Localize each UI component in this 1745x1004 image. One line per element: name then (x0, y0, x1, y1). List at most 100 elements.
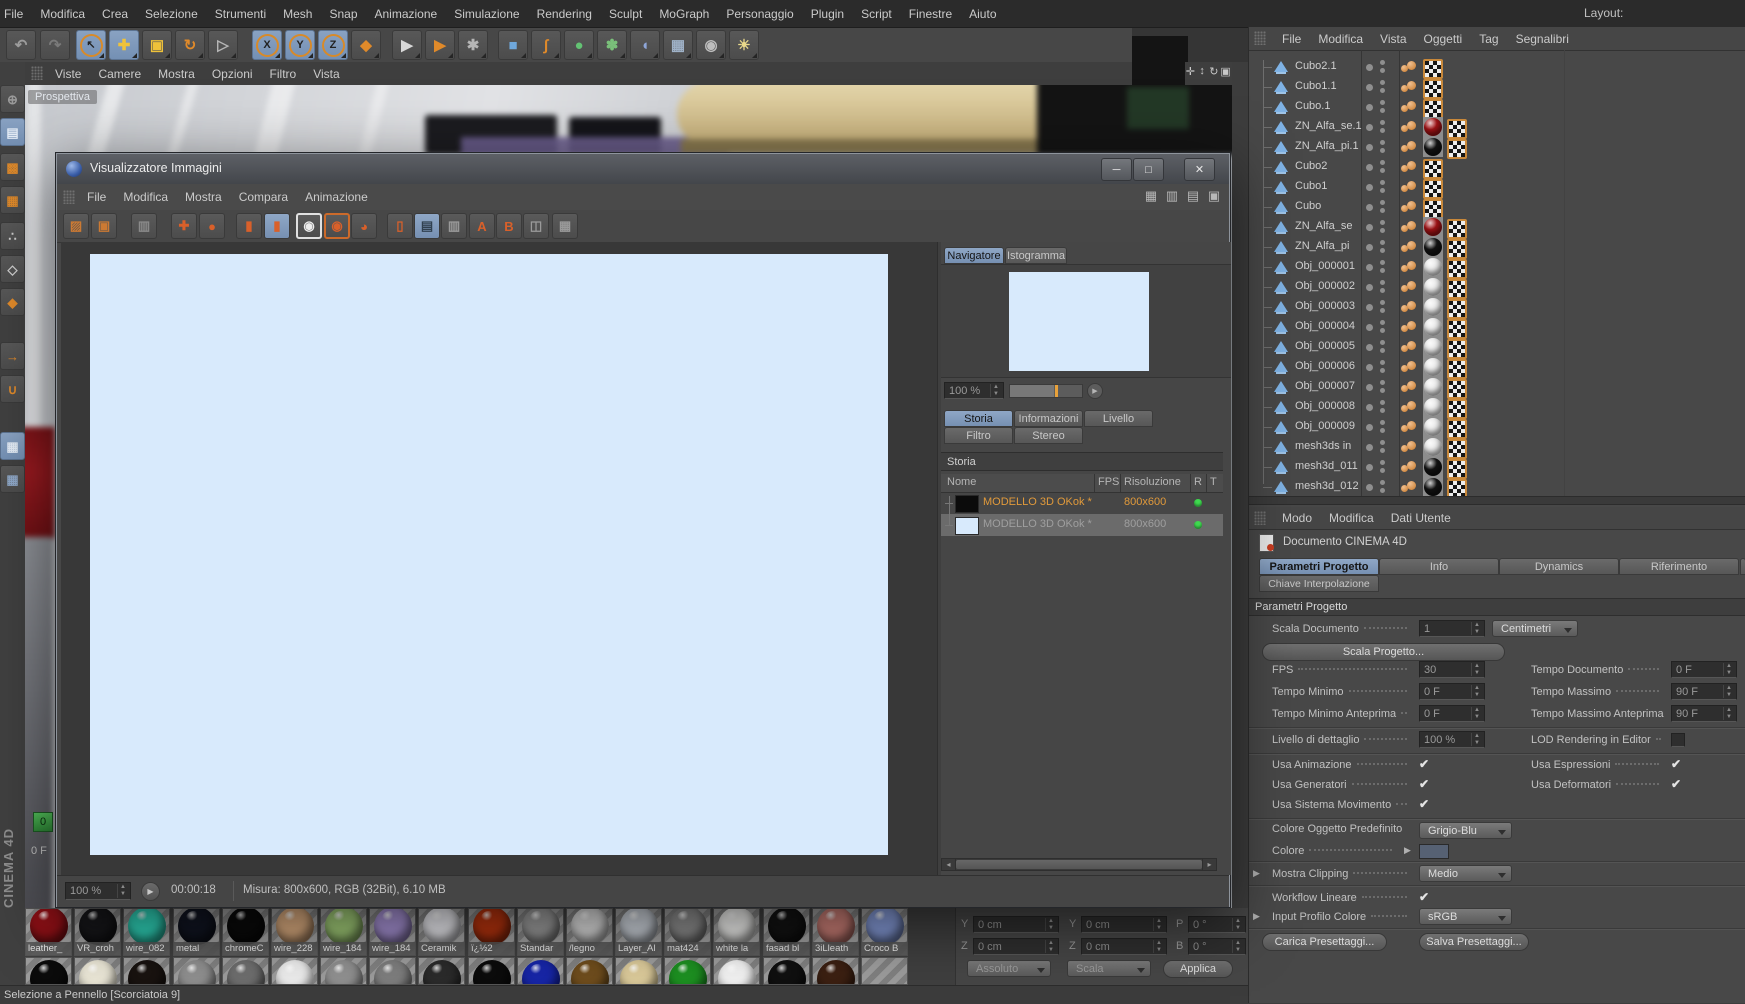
visibility-render-dot[interactable] (1380, 460, 1385, 465)
material-tile[interactable] (271, 957, 318, 985)
material-tag-icon[interactable] (1423, 397, 1443, 417)
visibility-editor-dot[interactable] (1366, 84, 1373, 91)
navigator-zoom-input[interactable]: 100 % ▲ ▼ (944, 382, 1004, 399)
mograph-menu[interactable]: ✽ (597, 30, 627, 60)
visibility-render-dot2[interactable] (1380, 468, 1385, 473)
om-menu-tag[interactable]: Tag (1479, 32, 1498, 46)
visibility-editor-dot[interactable] (1366, 444, 1373, 451)
colore-swatch[interactable] (1419, 844, 1449, 859)
material-tile[interactable]: leather_ (25, 908, 72, 956)
visibility-editor-dot[interactable] (1366, 484, 1373, 491)
om-menu-oggetti[interactable]: Oggetti (1424, 32, 1463, 46)
coord-input[interactable]: 0 cm ▲ ▼ (1081, 938, 1167, 955)
material-tile[interactable] (664, 957, 711, 985)
material-tile[interactable] (25, 957, 72, 985)
visibility-render-dot2[interactable] (1380, 288, 1385, 293)
globe-icon[interactable]: ⊕ (0, 85, 25, 113)
pv-zoom-input[interactable]: 100 % ▲ ▼ (65, 882, 131, 900)
edges-mode-icon[interactable]: ◇ (0, 255, 25, 283)
stepper-icon[interactable]: ▲ ▼ (1232, 940, 1243, 953)
object-name[interactable]: ZN_Alfa_se.1 (1295, 120, 1362, 132)
phong-tag-icon2[interactable] (1407, 201, 1416, 210)
visibility-render-dot[interactable] (1380, 440, 1385, 445)
object-row[interactable]: Obj_000005 (1249, 337, 1745, 359)
set-a-icon[interactable]: A (469, 213, 495, 239)
material-tile[interactable] (320, 957, 367, 985)
phong-tag-icon2[interactable] (1407, 301, 1416, 310)
viewport-menu-filtro[interactable]: Filtro (270, 67, 297, 81)
visibility-editor-dot[interactable] (1366, 224, 1373, 231)
attribute-grip[interactable] (1254, 511, 1266, 525)
zoom-view-icon[interactable]: ↕ (1197, 65, 1208, 81)
texture-tag-icon[interactable] (1447, 119, 1467, 139)
visibility-render-dot2[interactable] (1380, 428, 1385, 433)
viewport-menu-viste[interactable]: Viste (55, 67, 81, 81)
object-name[interactable]: Obj_000001 (1295, 260, 1355, 272)
object-name[interactable]: Cubo2.1 (1295, 60, 1337, 72)
visibility-editor-dot[interactable] (1366, 104, 1373, 111)
object-name[interactable]: Cubo.1 (1295, 100, 1330, 112)
object-row[interactable]: Obj_000004 (1249, 317, 1745, 339)
object-row[interactable]: ZN_Alfa_se (1249, 217, 1745, 239)
stepper-icon[interactable]: ▲ ▼ (1471, 733, 1482, 746)
visibility-render-dot[interactable] (1380, 400, 1385, 405)
stepper-icon[interactable]: ▲ ▼ (1471, 685, 1482, 698)
maximize-view-icon[interactable]: ▣ (1220, 65, 1231, 81)
material-tile[interactable]: fasad bl (763, 908, 810, 956)
redo-icon[interactable]: ↷ (40, 30, 70, 60)
swap-ab-icon[interactable]: ◫ (523, 213, 549, 239)
material-tile[interactable]: wire_082 (123, 908, 170, 956)
menu-strumenti[interactable]: Strumenti (215, 7, 266, 21)
object-row[interactable]: Obj_000006 (1249, 357, 1745, 379)
stepper-icon[interactable]: ▲ ▼ (1471, 707, 1482, 720)
visibility-editor-dot[interactable] (1366, 184, 1373, 191)
navigator-zoom-slider[interactable] (1009, 384, 1083, 398)
material-tag-icon[interactable] (1423, 277, 1443, 297)
texture-tag-icon[interactable] (1447, 219, 1467, 239)
usage-checkbox[interactable]: ✔ (1419, 777, 1429, 791)
object-row[interactable]: Obj_000007 (1249, 377, 1745, 399)
live-selection-tool[interactable]: ↖ (76, 30, 106, 60)
primitive-cube-menu[interactable]: ■ (498, 30, 528, 60)
texture-tag-icon[interactable] (1423, 99, 1443, 119)
tab-parametri-progetto[interactable]: Parametri Progetto (1259, 558, 1379, 575)
spline-menu[interactable]: ∫ (531, 30, 561, 60)
tab-istogramma[interactable]: Istogramma (1005, 247, 1067, 264)
visibility-editor-dot[interactable] (1366, 464, 1373, 471)
viewport-menu-camere[interactable]: Camere (98, 67, 141, 81)
dock-panel-icon[interactable]: ▣ (1206, 188, 1222, 204)
material-tile[interactable]: chromeC (222, 908, 269, 956)
viewport-menu-opzioni[interactable]: Opzioni (212, 67, 253, 81)
close-button[interactable]: ✕ (1184, 158, 1215, 181)
visibility-render-dot[interactable] (1380, 340, 1385, 345)
maximize-button[interactable]: □ (1133, 158, 1164, 181)
last-used-tool[interactable]: ▷ (208, 30, 238, 60)
visibility-editor-dot[interactable] (1366, 264, 1373, 271)
save-image-icon[interactable]: ▣ (91, 213, 117, 239)
visibility-render-dot2[interactable] (1380, 348, 1385, 353)
coord-input[interactable]: 0 ° ▲ ▼ (1188, 916, 1246, 933)
visibility-render-dot[interactable] (1380, 200, 1385, 205)
visibility-render-dot2[interactable] (1380, 328, 1385, 333)
menu-aiuto[interactable]: Aiuto (969, 7, 996, 21)
param-input[interactable]: 0 F ▲ ▼ (1671, 661, 1737, 678)
material-tag-icon[interactable] (1423, 337, 1443, 357)
layout-rows-icon[interactable]: ▤ (1185, 188, 1201, 204)
pv-play-button[interactable]: ▶ (141, 882, 160, 901)
object-row[interactable]: ZN_Alfa_se.1 (1249, 117, 1745, 139)
visibility-render-dot2[interactable] (1380, 168, 1385, 173)
visibility-render-dot2[interactable] (1380, 308, 1385, 313)
phong-tag-icon2[interactable] (1407, 421, 1416, 430)
material-tile[interactable]: 3iLleath (812, 908, 859, 956)
pv-menu-modifica[interactable]: Modifica (123, 190, 168, 204)
pv-menu-compara[interactable]: Compara (239, 190, 288, 204)
tab-partial[interactable] (1740, 558, 1745, 575)
column-r[interactable]: R (1194, 476, 1202, 488)
tab-chiave-interpolazione[interactable]: Chiave Interpolazione (1259, 575, 1379, 592)
texture-tag-icon[interactable] (1447, 319, 1467, 339)
scroll-right-icon[interactable]: ▸ (1202, 859, 1216, 870)
object-row[interactable]: Cubo2 (1249, 157, 1745, 179)
workflow-checkbox[interactable]: ✔ (1419, 890, 1429, 904)
menu-sculpt[interactable]: Sculpt (609, 7, 642, 21)
history-row[interactable]: MODELLO 3D OKok * 800x600 (941, 514, 1223, 536)
